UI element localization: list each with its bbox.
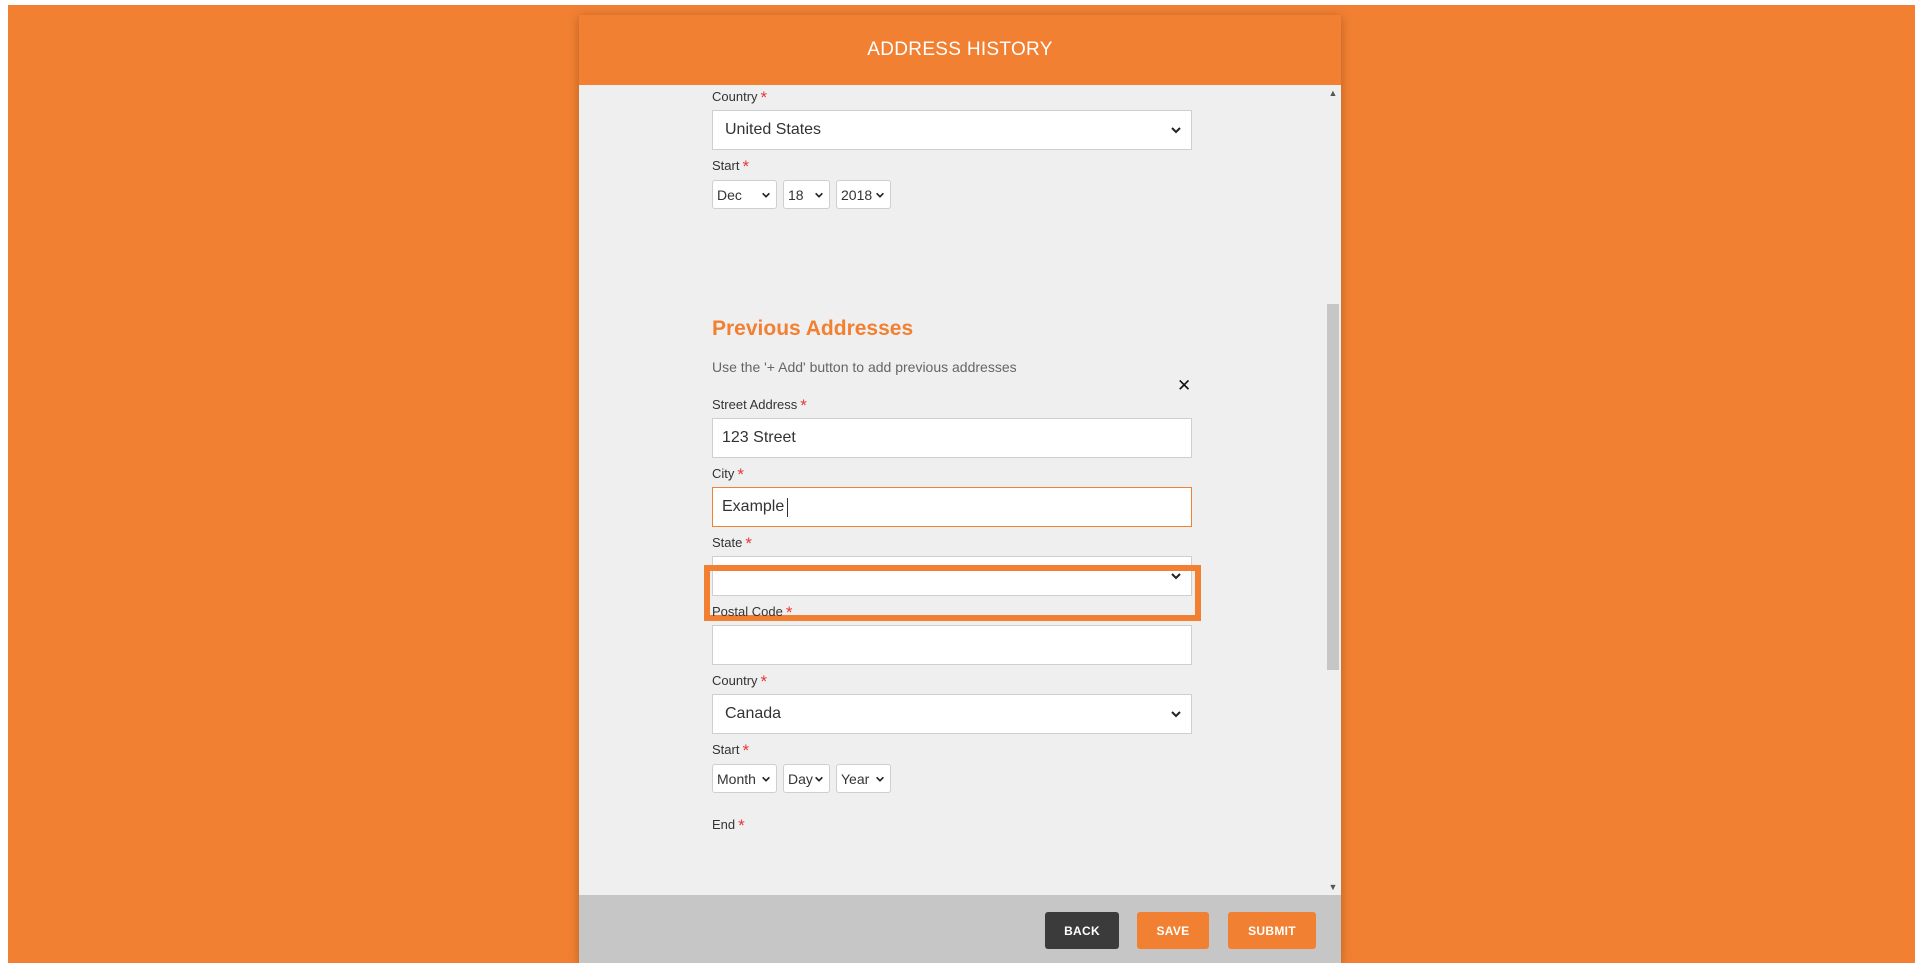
postal-code-input[interactable] — [712, 625, 1192, 665]
previous-addresses-heading: Previous Addresses — [712, 317, 914, 340]
text-cursor — [787, 497, 789, 517]
scroll-up-arrow-icon[interactable]: ▲ — [1325, 85, 1341, 101]
required-mark: * — [738, 816, 745, 835]
city-input[interactable]: Example — [712, 487, 1192, 527]
remove-address-close-icon[interactable]: ✕ — [1177, 377, 1191, 394]
chevron-down-icon — [876, 192, 884, 198]
chevron-down-icon — [762, 192, 770, 198]
back-button[interactable]: BACK — [1045, 912, 1119, 949]
previous-start-date: Month Day Year — [712, 764, 897, 793]
required-mark: * — [760, 672, 768, 691]
required-mark: * — [737, 465, 745, 484]
street-address-input[interactable]: 123 Street — [712, 418, 1192, 458]
city-value: Example — [722, 498, 785, 515]
modal-footer — [579, 895, 1341, 963]
chevron-down-icon — [762, 776, 770, 782]
required-mark: * — [800, 396, 807, 415]
chevron-down-icon — [876, 776, 884, 782]
required-mark: * — [785, 603, 793, 622]
form-scroll-area[interactable]: Country * United States Start * Dec 18 201… — [579, 85, 1341, 895]
required-mark: * — [760, 88, 768, 107]
current-start-label: Start * — [712, 157, 750, 176]
modal-header: ADDRESS HISTORY — [579, 15, 1341, 85]
previous-start-month-select[interactable]: Month — [712, 764, 777, 793]
current-country-select[interactable]: United States — [712, 110, 1192, 150]
chevron-down-icon — [815, 192, 823, 198]
address-history-modal: ADDRESS HISTORY Country * United States S… — [579, 15, 1341, 963]
chevron-down-icon — [815, 776, 823, 782]
previous-start-month-value: Month — [717, 770, 756, 787]
previous-country-label: Country * — [712, 672, 768, 691]
vertical-scrollbar[interactable]: ▲ ▼ — [1325, 85, 1341, 895]
chevron-down-icon — [1171, 711, 1181, 718]
save-button[interactable]: SAVE — [1137, 912, 1209, 949]
street-address-value: 123 Street — [722, 429, 796, 446]
current-start-month-select[interactable]: Dec — [712, 180, 777, 209]
previous-end-label: End * — [712, 816, 745, 835]
modal-title: ADDRESS HISTORY — [867, 39, 1053, 60]
current-start-date: Dec 18 2018 — [712, 180, 897, 209]
previous-country-value: Canada — [725, 705, 782, 722]
submit-button[interactable]: SUBMIT — [1228, 912, 1316, 949]
state-select[interactable] — [712, 556, 1192, 596]
current-start-year-select[interactable]: 2018 — [836, 180, 891, 209]
current-start-month-value: Dec — [717, 186, 742, 203]
scrollbar-thumb[interactable] — [1327, 304, 1339, 670]
state-label: State * — [712, 534, 752, 553]
required-mark: * — [742, 157, 750, 176]
previous-start-label: Start * — [712, 741, 750, 760]
required-mark: * — [745, 534, 752, 553]
current-country-value: United States — [725, 121, 822, 138]
previous-start-day-value: Day — [788, 770, 813, 787]
previous-start-year-value: Year — [841, 770, 870, 787]
previous-country-select[interactable]: Canada — [712, 694, 1192, 734]
required-mark: * — [742, 741, 750, 760]
street-address-label: Street Address * — [712, 396, 807, 415]
scroll-down-arrow-icon[interactable]: ▼ — [1325, 879, 1341, 895]
current-start-day-value: 18 — [788, 186, 804, 203]
current-country-label: Country * — [712, 88, 768, 107]
current-start-day-select[interactable]: 18 — [783, 180, 830, 209]
city-label: City * — [712, 465, 745, 484]
postal-code-label: Postal Code * — [712, 603, 793, 622]
previous-addresses-helper: Use the '+ Add' button to add previous a… — [712, 359, 1017, 375]
previous-start-year-select[interactable]: Year — [836, 764, 891, 793]
chevron-down-icon — [1171, 127, 1181, 134]
current-start-year-value: 2018 — [841, 186, 873, 203]
previous-start-day-select[interactable]: Day — [783, 764, 830, 793]
chevron-down-icon — [1171, 573, 1181, 580]
